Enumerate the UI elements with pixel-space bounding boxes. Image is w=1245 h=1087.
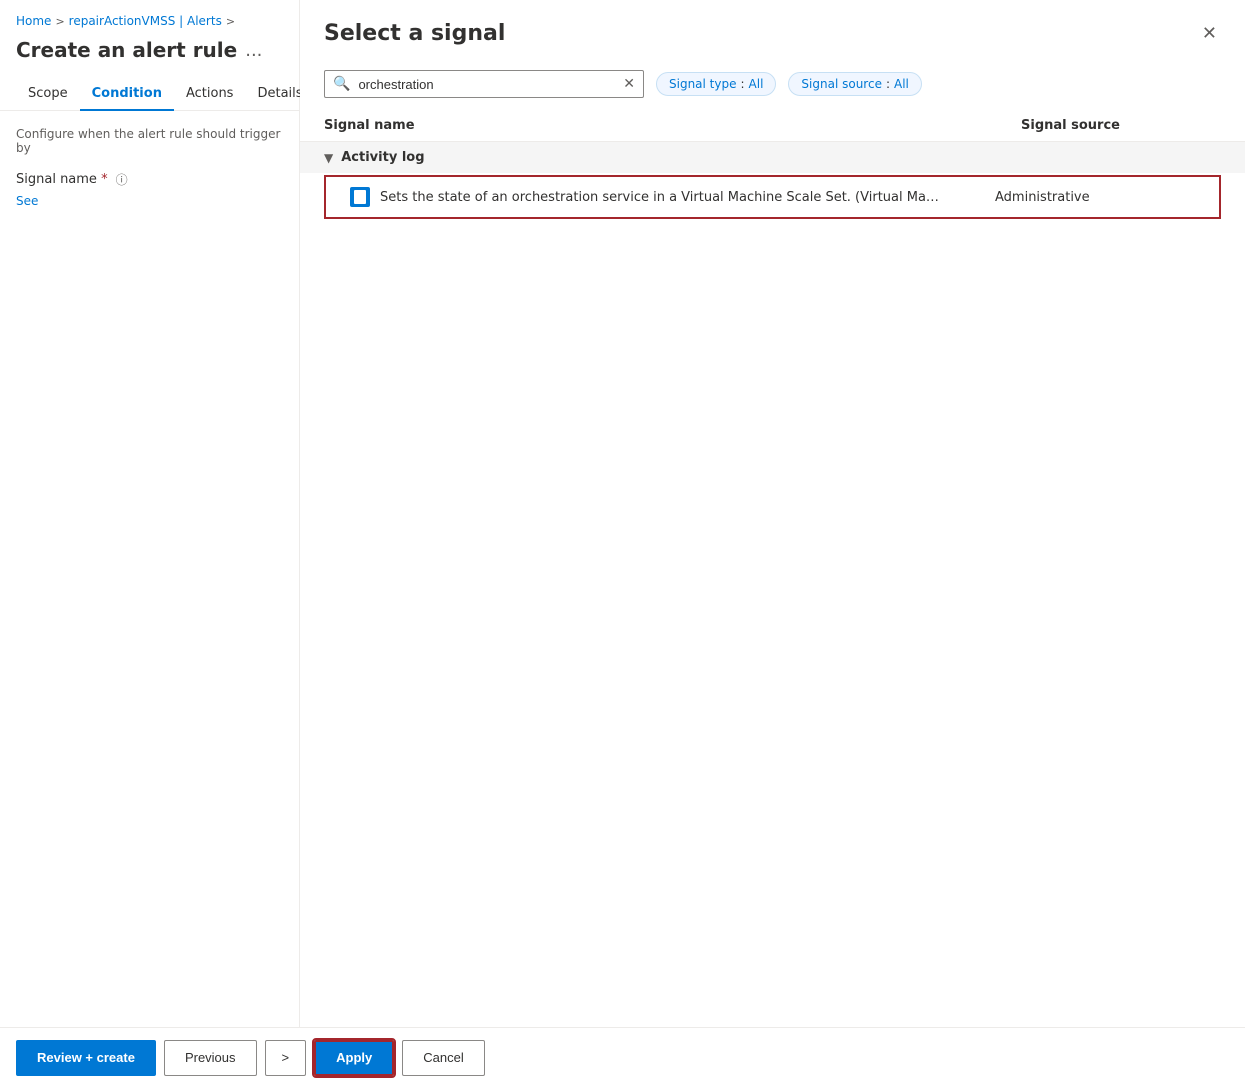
- review-create-button[interactable]: Review + create: [16, 1040, 156, 1076]
- breadcrumb-sep1: >: [55, 15, 64, 28]
- breadcrumb-resource[interactable]: repairActionVMSS | Alerts: [69, 14, 222, 28]
- tab-condition[interactable]: Condition: [80, 78, 174, 111]
- cancel-button[interactable]: Cancel: [402, 1040, 484, 1076]
- signal-row[interactable]: Sets the state of an orchestration servi…: [324, 175, 1221, 219]
- signal-info-icon: ⓘ: [116, 171, 128, 188]
- page-title-row: Create an alert rule ...: [0, 34, 299, 78]
- tabs-row: Scope Condition Actions Details: [0, 78, 299, 111]
- signal-source-label: Signal source: [801, 77, 882, 91]
- left-panel: Home > repairActionVMSS | Alerts > Creat…: [0, 0, 300, 1087]
- dialog-header: Select a signal ✕: [300, 0, 1245, 62]
- signal-source-filter[interactable]: Signal source : All: [788, 72, 921, 96]
- group-label: Activity log: [341, 150, 424, 165]
- signal-icon-inner: [354, 190, 366, 204]
- see-link[interactable]: See: [16, 194, 283, 208]
- tab-actions[interactable]: Actions: [174, 78, 246, 111]
- previous-button[interactable]: Previous: [164, 1040, 257, 1076]
- signal-type-filter[interactable]: Signal type : All: [656, 72, 776, 96]
- group-chevron-icon: ▼: [324, 151, 333, 165]
- signal-type-value: All: [749, 77, 764, 91]
- col-header-signal-name: Signal name: [324, 118, 1021, 133]
- breadcrumb-home[interactable]: Home: [16, 14, 51, 28]
- close-button[interactable]: ✕: [1198, 20, 1221, 46]
- signal-source-value: All: [894, 77, 909, 91]
- search-row: 🔍 ✕ Signal type : All Signal source : Al…: [300, 62, 1245, 110]
- breadcrumb: Home > repairActionVMSS | Alerts >: [0, 0, 299, 34]
- left-content: Configure when the alert rule should tri…: [0, 111, 299, 1087]
- table-header: Signal name Signal source: [300, 110, 1245, 142]
- dialog-title: Select a signal: [324, 21, 505, 46]
- configure-description: Configure when the alert rule should tri…: [16, 127, 283, 155]
- bottom-bar: Review + create Previous > Apply Cancel: [0, 1027, 1245, 1087]
- col-header-signal-source: Signal source: [1021, 118, 1221, 133]
- dialog-body: ▼ Activity log Sets the state of an orch…: [300, 142, 1245, 1027]
- signal-source-text: Administrative: [995, 190, 1195, 205]
- signal-name-label: Signal name *: [16, 172, 108, 187]
- signal-type-label: Signal type: [669, 77, 736, 91]
- page-title: Create an alert rule: [16, 38, 237, 62]
- apply-button[interactable]: Apply: [314, 1040, 394, 1076]
- group-activity-log[interactable]: ▼ Activity log: [300, 142, 1245, 173]
- tab-scope[interactable]: Scope: [16, 78, 80, 111]
- search-clear-icon[interactable]: ✕: [623, 76, 635, 92]
- signal-name-text: Sets the state of an orchestration servi…: [380, 190, 995, 205]
- page-options-button[interactable]: ...: [245, 40, 262, 61]
- search-input[interactable]: [358, 77, 615, 92]
- signal-name-field-row: Signal name * ⓘ: [16, 171, 283, 188]
- search-icon: 🔍: [333, 76, 350, 92]
- signal-icon: [350, 187, 370, 207]
- search-box: 🔍 ✕: [324, 70, 644, 98]
- breadcrumb-sep2: >: [226, 15, 235, 28]
- required-marker: *: [101, 172, 108, 187]
- next-button[interactable]: >: [265, 1040, 307, 1076]
- dialog-panel: Select a signal ✕ 🔍 ✕ Signal type : All …: [300, 0, 1245, 1027]
